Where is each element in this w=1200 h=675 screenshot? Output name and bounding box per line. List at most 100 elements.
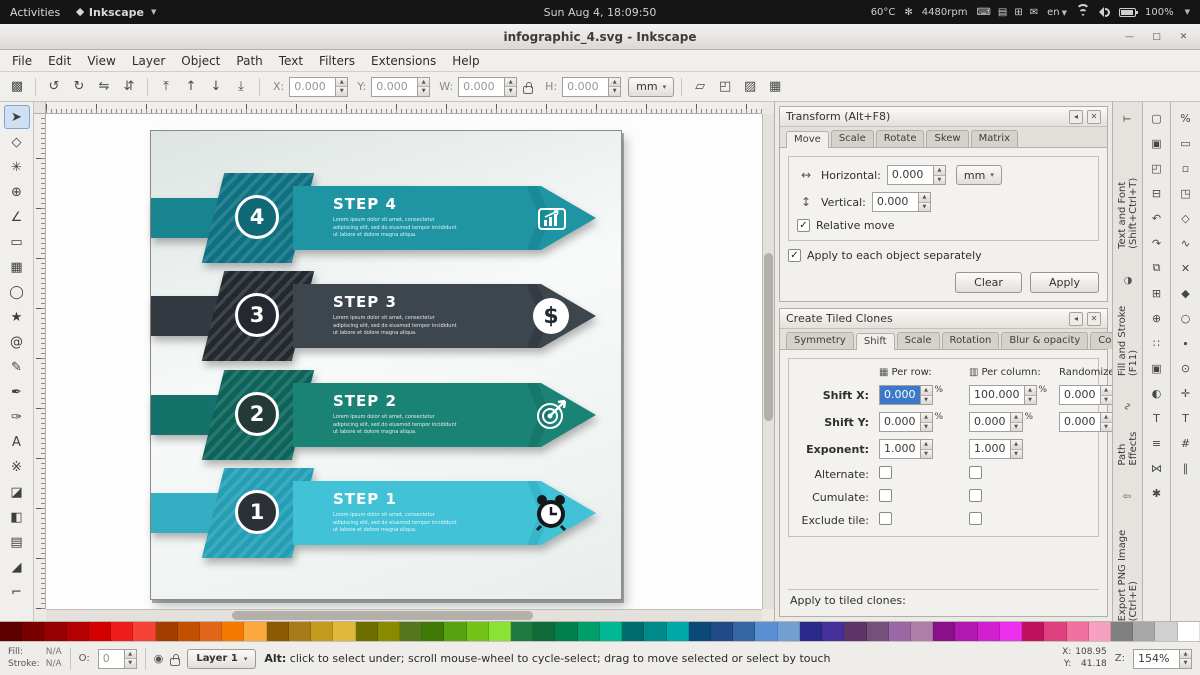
fill-stroke-dialog-button[interactable]: ◐	[1146, 382, 1168, 404]
snap-midpoints-button[interactable]: ∙	[1175, 332, 1197, 354]
dropper-tool[interactable]: ◢	[4, 555, 30, 579]
transform-tab-skew[interactable]: Skew	[926, 130, 968, 147]
palette-swatch[interactable]	[1022, 622, 1044, 641]
transform-gradient-toggle[interactable]: ▨	[739, 76, 761, 98]
minimize-button[interactable]: —	[1121, 28, 1138, 45]
menu-item-file[interactable]: File	[4, 52, 40, 70]
palette-swatch[interactable]	[200, 622, 222, 641]
palette-swatch[interactable]	[489, 622, 511, 641]
new-document-button[interactable]: ▢	[1146, 107, 1168, 129]
alternate-per-row-checkbox[interactable]	[879, 466, 892, 479]
dock-tab-text-and-font[interactable]: Text and Font (Shift+Ctrl+T)T	[1117, 116, 1139, 249]
palette-swatch[interactable]	[1089, 622, 1111, 641]
apply-to-each-checkbox[interactable]: ✓	[788, 249, 801, 262]
shift-y-per-column-input[interactable]: 0.000▲▼	[969, 412, 1023, 432]
cumulate-per-column-checkbox[interactable]	[969, 489, 982, 502]
palette-swatch[interactable]	[844, 622, 866, 641]
maximize-button[interactable]: □	[1148, 28, 1165, 45]
rotate-ccw-button[interactable]: ↺	[43, 76, 65, 98]
gradient-tool[interactable]: ▤	[4, 530, 30, 554]
palette-swatch[interactable]	[378, 622, 400, 641]
clock[interactable]: Sun Aug 4, 18:09:50	[544, 6, 657, 19]
transform-tab-matrix[interactable]: Matrix	[971, 130, 1018, 147]
window-titlebar[interactable]: infographic_4.svg - Inkscape — □ ✕	[0, 24, 1200, 50]
palette-swatch[interactable]	[955, 622, 977, 641]
preferences-button[interactable]: ✱	[1146, 482, 1168, 504]
palette-swatch[interactable]	[1067, 622, 1089, 641]
palette-swatch[interactable]	[822, 622, 844, 641]
spiral-tool[interactable]: @	[4, 330, 30, 354]
palette-swatch[interactable]	[444, 622, 466, 641]
palette-swatch[interactable]	[356, 622, 378, 641]
snap-cusp-nodes-button[interactable]: ◆	[1175, 282, 1197, 304]
palette-swatch[interactable]	[1000, 622, 1022, 641]
snap-bbox-corners-button[interactable]: ◳	[1175, 182, 1197, 204]
flip-vertical-button[interactable]: ⇵	[118, 76, 140, 98]
canvas-area[interactable]: 4 STEP 4 Lorem ipsum dolor sit amet, con…	[34, 102, 774, 621]
snap-grids-button[interactable]: #	[1175, 432, 1197, 454]
text-dialog-button[interactable]: T	[1146, 407, 1168, 429]
menu-item-object[interactable]: Object	[173, 52, 228, 70]
clones-tab-blur-opacity[interactable]: Blur & opacity	[1001, 332, 1088, 349]
menu-item-edit[interactable]: Edit	[40, 52, 79, 70]
shift-y-randomize-input[interactable]: 0.000▲▼	[1059, 412, 1113, 432]
ellipse-tool[interactable]: ◯	[4, 280, 30, 304]
duplicate-button[interactable]: ∷	[1146, 332, 1168, 354]
shift-x-per-column-input[interactable]: 100.000▲▼	[969, 385, 1037, 405]
paste-button[interactable]: ⊞	[1146, 282, 1168, 304]
palette-swatch[interactable]	[644, 622, 666, 641]
battery-icon[interactable]	[1119, 8, 1136, 17]
exponent-per-row-input[interactable]: 1.000▲▼	[879, 439, 933, 459]
clones-tab-symmetry[interactable]: Symmetry	[786, 332, 854, 349]
node-tool[interactable]: ◇	[4, 130, 30, 154]
palette-swatch[interactable]	[422, 622, 444, 641]
palette-swatch[interactable]	[289, 622, 311, 641]
palette-swatch[interactable]	[89, 622, 111, 641]
zoom-tool[interactable]: ⊕	[4, 180, 30, 204]
snap-bbox-edges-button[interactable]: ▫	[1175, 157, 1197, 179]
palette-swatch[interactable]	[333, 622, 355, 641]
snap-enable-button[interactable]: %	[1175, 107, 1197, 129]
transform-corners-toggle[interactable]: ◰	[714, 76, 736, 98]
horizontal-scrollbar-thumb[interactable]	[232, 611, 533, 620]
select-all-button[interactable]: ▩	[6, 76, 28, 98]
clones-tab-rotation[interactable]: Rotation	[942, 332, 1000, 349]
dock-tab-path-effects[interactable]: Path Effects∿	[1117, 402, 1139, 466]
open-document-button[interactable]: ▣	[1146, 132, 1168, 154]
cumulate-per-row-checkbox[interactable]	[879, 489, 892, 502]
layer-dropdown[interactable]: Layer 1▾	[187, 649, 256, 669]
print-button[interactable]: ⊟	[1146, 182, 1168, 204]
snap-smooth-nodes-button[interactable]: ○	[1175, 307, 1197, 329]
palette-swatch[interactable]	[533, 622, 555, 641]
calculator-indicator-icon[interactable]: ⊞	[1014, 7, 1022, 18]
menu-item-layer[interactable]: Layer	[124, 52, 173, 70]
snap-rotation-centers-button[interactable]: ✛	[1175, 382, 1197, 404]
shift-x-per-row-input[interactable]: 0.000▲▼	[879, 385, 933, 405]
palette-swatch[interactable]	[178, 622, 200, 641]
wifi-icon[interactable]	[1076, 7, 1090, 18]
exclude-tile-per-row-checkbox[interactable]	[879, 512, 892, 525]
flip-horizontal-button[interactable]: ⇋	[93, 76, 115, 98]
panel-iconify-button[interactable]: ◂	[1069, 312, 1083, 326]
vertical-scrollbar-thumb[interactable]	[764, 253, 773, 421]
spray-tool[interactable]: ※	[4, 455, 30, 479]
app-menu-button[interactable]: ⬥ Inkscape ▼	[76, 5, 156, 19]
snap-bbox-button[interactable]: ▭	[1175, 132, 1197, 154]
y-input[interactable]: 0.000▲▼	[371, 77, 430, 97]
palette-swatch[interactable]	[689, 622, 711, 641]
palette-swatch[interactable]	[222, 622, 244, 641]
opacity-input[interactable]: 0▲▼	[98, 649, 137, 669]
group-button[interactable]: ▣	[1146, 357, 1168, 379]
close-button[interactable]: ✕	[1175, 28, 1192, 45]
text-tool[interactable]: A	[4, 430, 30, 454]
palette-swatch[interactable]	[1111, 622, 1133, 641]
palette-swatch[interactable]	[755, 622, 777, 641]
volume-icon[interactable]	[1099, 7, 1110, 17]
bucket-fill-tool[interactable]: ◧	[4, 505, 30, 529]
clear-button[interactable]: Clear	[955, 272, 1022, 293]
shift-x-randomize-input[interactable]: 0.000▲▼	[1059, 385, 1113, 405]
palette-swatch[interactable]	[1155, 622, 1177, 641]
vertical-input[interactable]: 0.000▲▼	[872, 192, 931, 212]
palette-swatch[interactable]	[711, 622, 733, 641]
palette-swatch[interactable]	[133, 622, 155, 641]
